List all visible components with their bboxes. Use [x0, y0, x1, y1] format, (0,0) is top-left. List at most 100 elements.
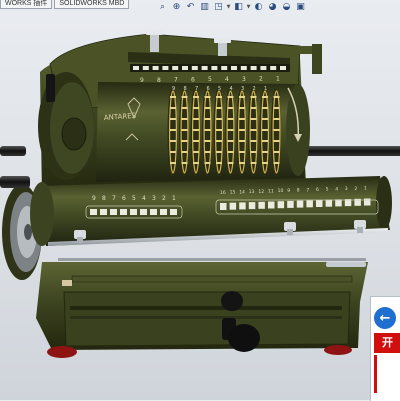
wheel-tooth — [227, 140, 234, 142]
graphics-area[interactable]: 987654321 ANTARES 987654321 987654321 16… — [0, 0, 400, 400]
carriage-left-digit-row: 987654321 — [92, 195, 176, 202]
digit-label: 16 — [220, 190, 226, 196]
wheel-tooth — [204, 140, 211, 142]
digit-label: 7 — [112, 195, 116, 202]
base-rail — [58, 258, 366, 261]
digit-label: 12 — [258, 189, 264, 195]
counter-window — [280, 66, 286, 70]
digit-label: 15 — [230, 190, 236, 196]
result-window — [160, 209, 167, 215]
wheel-tooth — [273, 129, 280, 131]
wheel-tooth — [250, 96, 257, 98]
digit-label: 9 — [92, 195, 96, 202]
drawer-slot — [70, 316, 342, 319]
counter-window — [191, 66, 198, 70]
result-window — [364, 198, 371, 206]
wheel-tooth — [193, 151, 199, 153]
arrow-left-icon[interactable]: ← — [374, 307, 396, 329]
section-view-icon[interactable]: ▥ — [198, 0, 211, 13]
zoom-to-fit-icon[interactable]: ⌕ — [156, 0, 169, 13]
digit-label: 7 — [195, 86, 198, 92]
digit-label: 1 — [276, 75, 280, 82]
digit-label: 3 — [242, 76, 246, 83]
display-style-icon[interactable]: ◧ — [232, 0, 245, 13]
counter-window — [152, 66, 159, 70]
result-window — [90, 209, 97, 215]
wheel-tooth — [170, 129, 176, 131]
digit-label: 14 — [239, 189, 245, 195]
result-window — [325, 199, 333, 207]
wheel-tooth — [239, 107, 245, 109]
wheel-tooth — [239, 162, 245, 164]
digit-label: 5 — [132, 195, 136, 202]
digit-label: 8 — [184, 86, 187, 92]
result-window — [277, 201, 285, 209]
counter-window — [162, 66, 169, 70]
wheel-tooth — [181, 151, 188, 153]
result-window — [239, 202, 246, 210]
wheel-tooth — [262, 162, 268, 164]
carriage-shaft-left[interactable] — [0, 176, 30, 188]
result-window — [248, 202, 256, 210]
tab-solidworks-addins[interactable]: WORKS 插件 — [0, 0, 53, 9]
wheel-tooth — [227, 118, 234, 120]
wheel-tooth — [193, 129, 199, 131]
hide-show-items-icon[interactable]: ◐ — [252, 0, 265, 13]
left-knob[interactable] — [46, 74, 55, 102]
crank-hub[interactable] — [228, 324, 260, 352]
side-bracket — [71, 275, 353, 283]
wheel-tooth — [273, 96, 280, 98]
zoom-to-area-icon[interactable]: ⊕ — [170, 0, 183, 13]
command-manager-tabs: WORKS 插件 SOLIDWORKS MBD — [0, 0, 131, 9]
wheel-tooth — [250, 129, 257, 131]
wheel-tooth — [239, 118, 245, 120]
wheel-tooth — [181, 118, 188, 120]
wheel-tooth — [193, 107, 199, 109]
counter-window — [201, 66, 208, 70]
chevron-down-icon[interactable]: ▼ — [226, 0, 231, 13]
counter-window — [260, 66, 267, 70]
wheel-tooth — [239, 129, 245, 131]
apply-scene-icon[interactable]: ◒ — [280, 0, 293, 13]
digit-label: 6 — [316, 187, 319, 193]
digit-label: 1 — [364, 186, 367, 192]
view-settings-icon[interactable]: ▣ — [294, 0, 307, 13]
result-window — [258, 201, 265, 209]
view-orientation-icon[interactable]: ◳ — [212, 0, 225, 13]
side-label — [62, 280, 72, 286]
edit-appearance-icon[interactable]: ◕ — [266, 0, 279, 13]
digit-label: 2 — [253, 86, 256, 92]
digit-label: 1 — [264, 86, 267, 92]
wheel-tooth — [262, 129, 268, 131]
digit-label: 2 — [259, 76, 263, 83]
digit-label: 4 — [335, 186, 338, 192]
side-disk-hub — [24, 224, 32, 240]
counter-window — [270, 66, 277, 70]
wheel-tooth — [216, 107, 222, 109]
carriage-end — [30, 182, 54, 246]
digit-label: 8 — [102, 195, 106, 202]
foot — [47, 346, 77, 358]
counter-window — [221, 66, 228, 70]
wheel-tooth — [181, 107, 188, 109]
result-window — [335, 199, 342, 207]
counter-window — [250, 66, 257, 70]
rail-lever[interactable] — [326, 262, 366, 267]
left-shaft[interactable] — [0, 146, 26, 156]
previous-view-icon[interactable]: ↶ — [184, 0, 197, 13]
chevron-down-icon[interactable]: ▼ — [246, 0, 251, 13]
wheel-tooth — [193, 96, 199, 98]
counter-window — [172, 66, 179, 70]
wheel-tooth — [181, 162, 188, 164]
counter-window — [142, 66, 149, 70]
result-window — [316, 200, 323, 207]
wheel-tooth — [273, 162, 280, 164]
wheel-tooth — [227, 162, 234, 164]
wheel-tooth — [262, 151, 268, 153]
wheel-tooth — [193, 162, 199, 164]
crank-knob[interactable] — [221, 291, 243, 311]
wheel-tooth — [193, 118, 199, 120]
tab-solidworks-mbd[interactable]: SOLIDWORKS MBD — [54, 0, 130, 9]
digit-label: 9 — [287, 188, 290, 194]
wheel-tooth — [170, 118, 176, 120]
